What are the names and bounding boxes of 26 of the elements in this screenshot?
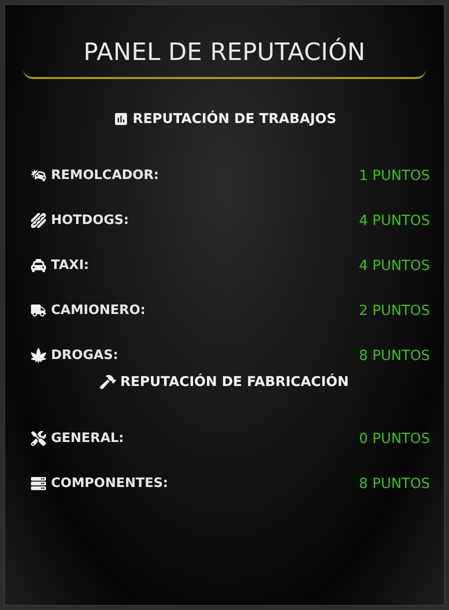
section-heading: REPUTACIÓN DE FABRICACIÓN (120, 374, 349, 390)
points-value: 1 PUNTOS (359, 168, 430, 184)
panel-title: PANEL DE REPUTACIÓN (84, 38, 366, 66)
job-label: CAMIONERO: (51, 303, 146, 318)
points-value: 4 PUNTOS (359, 212, 430, 228)
points-value: 8 PUNTOS (359, 476, 430, 492)
tools-icon (31, 431, 46, 446)
job-label: TAXI: (51, 258, 89, 273)
points-value: 2 PUNTOS (359, 302, 430, 318)
section-heading: REPUTACIÓN DE TRABAJOS (132, 111, 336, 127)
job-label: GENERAL: (51, 431, 124, 446)
crashed-car-icon (31, 168, 46, 183)
points-value: 0 PUNTOS (359, 430, 430, 446)
points-value: 8 PUNTOS (359, 348, 430, 364)
job-label: COMPONENTES: (51, 476, 168, 491)
bar-chart-icon (112, 111, 129, 127)
job-label: DROGAS: (51, 348, 118, 363)
job-label: HOTDOGS: (51, 213, 129, 228)
server-icon (31, 476, 46, 491)
job-label: REMOLCADOR: (51, 168, 159, 183)
hotdog-icon (31, 213, 46, 228)
taxi-icon (31, 258, 46, 273)
truck-icon (31, 303, 46, 318)
points-value: 4 PUNTOS (359, 258, 430, 274)
hammer-icon (100, 374, 116, 390)
leaf-icon (31, 348, 46, 363)
